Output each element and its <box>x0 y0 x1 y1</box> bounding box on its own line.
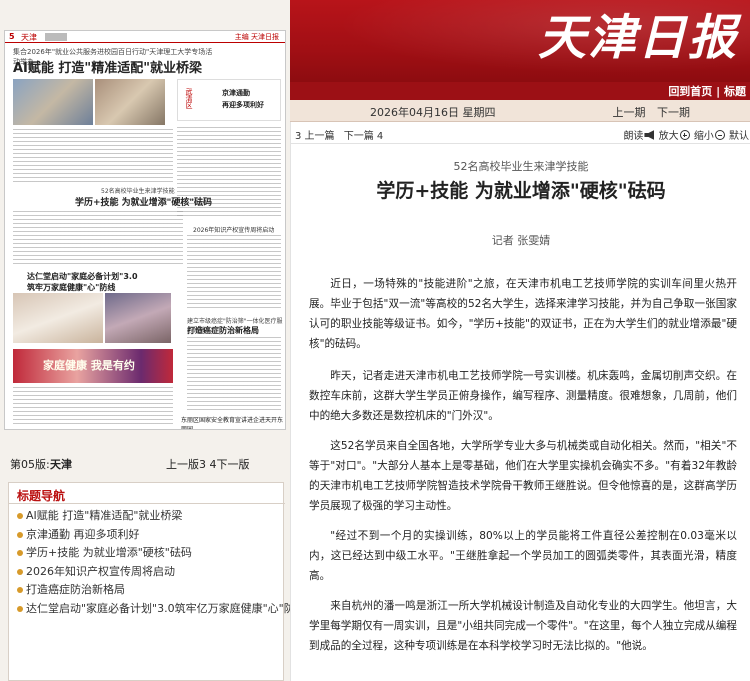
prev-edition-link[interactable]: 上一版3 <box>166 458 206 471</box>
date-bar: 2026年04月16日 星期四 上一期 下一期 <box>290 100 750 122</box>
qr-code-icon <box>45 33 67 41</box>
default-size-button[interactable]: 默认 <box>729 131 749 142</box>
article-paragraph: 来自杭州的潘一鸣是浙江一所大学机械设计制造及自动化专业的大四学生。他坦言，大学里… <box>309 600 737 652</box>
thumbnail-2026-headline[interactable]: 2026年知识产权宣传周将启动 <box>193 225 274 234</box>
bullet-icon <box>17 605 23 612</box>
thumbnail-right-headline[interactable]: 打造癌症防治新格局 <box>187 325 259 336</box>
thumbnail-text-block <box>13 387 173 427</box>
bullet-icon <box>17 531 23 538</box>
speaker-icon <box>644 130 655 140</box>
edition-name: 天津 <box>50 458 72 471</box>
article-pager: 3 上一篇 下一篇 4 <box>295 127 389 142</box>
edition-label: 第05版: <box>10 458 50 471</box>
headline-link[interactable]: 京津通勤 再迎多项利好 <box>26 528 140 541</box>
bullet-icon <box>17 568 23 575</box>
article-kicker: 52名高校毕业生来津学技能 <box>453 160 589 173</box>
article-paragraph: 昨天，记者走进天津市机电工艺技师学院一号实训楼。机床轰鸣，金属切削声交织。在数控… <box>309 370 737 422</box>
headline-list-item[interactable]: 2026年知识产权宣传周将启动 <box>17 563 306 582</box>
thumbnail-mid-kicker: 52名高校毕业生来津学技能 <box>101 188 175 195</box>
headline-list: AI赋能 打造"精准适配"就业桥梁 京津通勤 再迎多项利好 学历+技能 为就业增… <box>17 507 306 618</box>
bullet-icon <box>17 587 23 593</box>
thumbnail-top-right: 主编 天津日报 <box>234 33 279 41</box>
page-thumbnail[interactable]: 5 天津 主编 天津日报 集合2026年"就业公共服务进校园百日行动"天津理工大… <box>4 30 286 430</box>
headline-link[interactable]: AI赋能 打造"精准适配"就业桥梁 <box>26 509 182 522</box>
zoom-out-button[interactable]: 缩小 <box>693 130 726 142</box>
headline-list-item[interactable]: 打造癌症防治新格局 <box>17 581 306 600</box>
issue-date: 2026年04月16日 星期四 <box>370 106 496 119</box>
read-aloud-button[interactable]: 朗读 <box>623 130 655 142</box>
thumbnail-text-block <box>13 129 173 183</box>
article-paragraph: 近日，一场特殊的"技能进阶"之旅，在天津市机电工艺技师学院的实训车间里火热开展。… <box>309 278 737 350</box>
zoom-in-label: 放大 <box>658 131 679 142</box>
thumbnail-photo <box>13 79 93 125</box>
thumbnail-mid-headline[interactable]: 学历+技能 为就业增添"硬核"砝码 <box>75 195 212 208</box>
headline-link[interactable]: 2026年知识产权宣传周将启动 <box>26 565 175 578</box>
thumbnail-text-block <box>187 235 281 311</box>
headline-navigation-title: 标题导航 <box>17 489 66 503</box>
thumbnail-side-box[interactable]: 武清区 京津通勤 再迎多项利好 <box>177 79 281 121</box>
zoom-out-label: 缩小 <box>693 131 714 142</box>
thumbnail-photo <box>105 293 171 343</box>
thumbnail-side-title: 京津通勤 <box>222 89 250 97</box>
thumbnail-headline[interactable]: AI赋能 打造"精准适配"就业桥梁 <box>13 57 202 76</box>
headline-link[interactable]: 学历+技能 为就业增添"硬核"砝码 <box>26 546 192 559</box>
zoom-out-icon <box>714 130 725 140</box>
divider <box>9 503 285 504</box>
thumbnail-bottom-headline[interactable]: 东丽区国家安全教育宣讲进企进天开东丽园 <box>181 415 285 429</box>
zoom-in-button[interactable]: 放大 <box>658 130 691 142</box>
article-paragraph: "经过不到一个月的实操训练，80%以上的学员能将工件直径公差控制在0.03毫米以… <box>309 530 737 582</box>
top-nav-bar: 回到首页 | 标题 <box>290 82 750 100</box>
headline-list-item[interactable]: 学历+技能 为就业增添"硬核"砝码 <box>17 544 306 563</box>
masthead: 天津日报 <box>290 0 750 82</box>
thumbnail-side-label: 武清区 <box>185 88 193 109</box>
article-body: 近日，一场特殊的"技能进阶"之旅，在天津市机电工艺技师学院的实训车间里火热开展。… <box>309 274 737 666</box>
thumbnail-photo <box>95 79 165 125</box>
next-edition-link[interactable]: 4下一版 <box>210 458 250 471</box>
thumbnail-page-tag: 天津 <box>21 33 37 42</box>
article-author: 记者 张雯婧 <box>491 234 551 247</box>
left-panel: 5 天津 主编 天津日报 集合2026年"就业公共服务进校园百日行动"天津理工大… <box>0 0 306 681</box>
page: 5 天津 主编 天津日报 集合2026年"就业公共服务进校园百日行动"天津理工大… <box>0 0 750 681</box>
thumbnail-text-block <box>187 337 281 411</box>
next-article-link[interactable]: 下一篇 4 <box>344 131 384 142</box>
headline-navigation: 标题导航 AI赋能 打造"精准适配"就业桥梁 京津通勤 再迎多项利好 学历+技能… <box>8 482 306 681</box>
thumbnail-photo-text: 家庭健康 我是有约 <box>43 359 135 372</box>
headline-link[interactable]: 达仁堂启动"家庭必备计划"3.0筑牢亿万家庭健康"心"防线 <box>26 602 306 615</box>
headline-list-item[interactable]: 京津通勤 再迎多项利好 <box>17 526 306 545</box>
article-toolbar: 3 上一篇 下一篇 4 朗读 放大 缩小 默认 <box>291 122 750 144</box>
article-panel: 3 上一篇 下一篇 4 朗读 放大 缩小 默认 52名高校毕业生来津学技能 学历… <box>290 122 750 681</box>
headline-list-item[interactable]: 达仁堂启动"家庭必备计划"3.0筑牢亿万家庭健康"心"防线 <box>17 600 306 619</box>
thumbnail-h3-line1[interactable]: 达仁堂启动"家庭必备计划"3.0 <box>27 271 138 282</box>
edition-pager: 上一版3 4下一版 <box>166 456 250 472</box>
article-headline: 学历+技能 为就业增添"硬核"砝码 <box>376 180 666 202</box>
issue-nav: 上一期 下一期 <box>605 104 691 120</box>
bullet-icon <box>17 550 23 556</box>
bullet-icon <box>17 513 23 519</box>
thumbnail-side-title: 再迎多项利好 <box>222 101 264 109</box>
prev-article-link[interactable]: 3 上一篇 <box>295 131 335 142</box>
thumbnail-page-number: 5 <box>9 32 15 41</box>
next-issue-link[interactable]: 下一期 <box>657 106 690 119</box>
thumbnail-photo <box>13 293 103 343</box>
top-nav-links[interactable]: 回到首页 | 标题 <box>668 83 746 99</box>
headline-list-item[interactable]: AI赋能 打造"精准适配"就业桥梁 <box>17 507 306 526</box>
thumbnail-photo-banner: 家庭健康 我是有约 <box>13 349 173 383</box>
thumbnail-text-block <box>13 211 183 265</box>
newspaper-logo[interactable]: 天津日报 <box>538 6 738 70</box>
thumbnail-h3-line2[interactable]: 筑牢万家庭健康"心"防线 <box>27 282 115 293</box>
headline-link[interactable]: 打造癌症防治新格局 <box>26 583 125 596</box>
reading-tools: 朗读 放大 缩小 默认 <box>623 127 749 142</box>
read-aloud-label: 朗读 <box>623 131 644 142</box>
zoom-in-icon <box>679 130 690 140</box>
prev-issue-link[interactable]: 上一期 <box>613 106 646 119</box>
article-paragraph: 这52名学员来自全国各地，大学所学专业大多与机械类或自动化相关。然而，"相关"不… <box>309 440 737 512</box>
